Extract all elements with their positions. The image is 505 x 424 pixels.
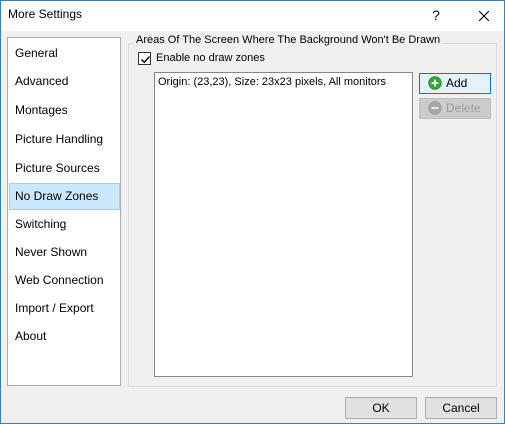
nav-item-about[interactable]: About bbox=[9, 323, 120, 350]
delete-button-label: Delete bbox=[446, 101, 481, 115]
close-icon bbox=[479, 11, 489, 21]
checkmark-icon bbox=[141, 56, 151, 64]
nav-item-general[interactable]: General bbox=[9, 40, 120, 67]
enable-no-draw-zones-checkbox[interactable] bbox=[138, 52, 151, 65]
nav-item-web-connection[interactable]: Web Connection bbox=[9, 267, 120, 294]
more-settings-dialog: More Settings ? General Advanced Montage… bbox=[0, 0, 505, 424]
minus-circle-icon bbox=[428, 101, 442, 115]
settings-nav-list[interactable]: General Advanced Montages Picture Handli… bbox=[7, 37, 121, 386]
add-button-label: Add bbox=[446, 76, 468, 90]
nav-item-never-shown[interactable]: Never Shown bbox=[9, 239, 120, 266]
plus-circle-icon bbox=[428, 76, 442, 90]
window-title: More Settings bbox=[8, 7, 83, 21]
nav-item-picture-sources[interactable]: Picture Sources bbox=[9, 155, 120, 182]
nav-item-switching[interactable]: Switching bbox=[9, 211, 120, 238]
nav-item-advanced[interactable]: Advanced bbox=[9, 68, 120, 95]
nav-item-import-export[interactable]: Import / Export bbox=[9, 295, 120, 322]
cancel-button[interactable]: Cancel bbox=[425, 397, 497, 419]
nav-item-picture-handling[interactable]: Picture Handling bbox=[9, 126, 120, 153]
nav-item-montages[interactable]: Montages bbox=[9, 97, 120, 124]
list-item[interactable]: Origin: (23,23), Size: 23x23 pixels, All… bbox=[158, 76, 386, 88]
enable-no-draw-zones-label[interactable]: Enable no draw zones bbox=[156, 52, 265, 64]
delete-button[interactable]: Delete bbox=[419, 98, 491, 119]
add-button[interactable]: Add bbox=[419, 73, 491, 94]
group-title: Areas Of The Screen Where The Background… bbox=[134, 34, 443, 46]
help-button[interactable]: ? bbox=[421, 1, 451, 31]
ok-button[interactable]: OK bbox=[345, 397, 417, 419]
nav-item-no-draw-zones[interactable]: No Draw Zones bbox=[9, 183, 120, 210]
title-bar[interactable]: More Settings ? bbox=[1, 1, 504, 31]
close-button[interactable] bbox=[464, 1, 504, 31]
zones-list[interactable]: Origin: (23,23), Size: 23x23 pixels, All… bbox=[154, 72, 413, 377]
